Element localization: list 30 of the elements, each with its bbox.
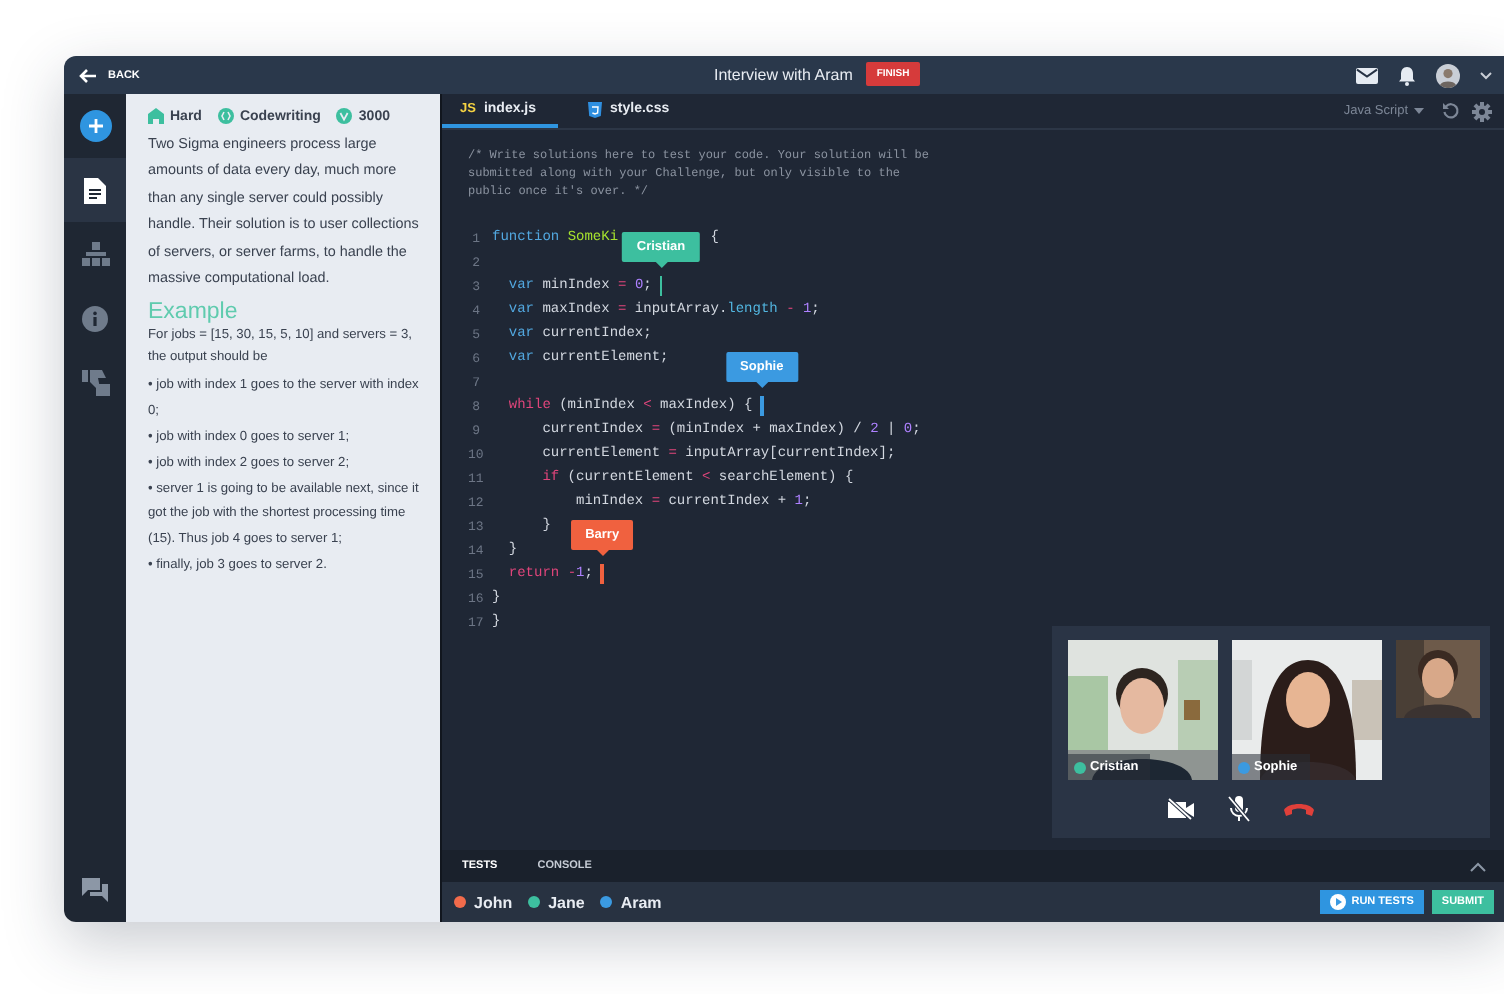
mail-icon[interactable] — [1356, 67, 1378, 83]
play-icon — [1329, 894, 1346, 910]
camera-off-icon[interactable] — [1168, 798, 1194, 820]
document-icon — [84, 177, 106, 203]
chat-icon[interactable] — [82, 878, 108, 902]
hang-up-icon[interactable] — [1284, 802, 1314, 816]
avatar-icon[interactable] — [1436, 63, 1460, 87]
reset-icon[interactable] — [1442, 102, 1460, 120]
example-heading: Example — [148, 300, 240, 325]
microphone-off-icon[interactable] — [1228, 796, 1250, 822]
settings-icon[interactable] — [1472, 101, 1492, 121]
thumbs-icon — [81, 369, 109, 395]
window-title: Interview with Aram — [714, 65, 853, 83]
chevron-up-icon[interactable] — [1470, 861, 1486, 871]
caret-icon — [1414, 108, 1424, 114]
participant-name: John — [474, 893, 513, 911]
bell-icon[interactable] — [1398, 65, 1416, 85]
document-tab[interactable] — [64, 158, 126, 222]
code-icon — [217, 108, 234, 124]
points-icon — [336, 108, 353, 124]
hierarchy-icon — [81, 241, 109, 267]
plus-icon — [87, 118, 103, 134]
info-icon — [82, 305, 108, 331]
caret-icon[interactable] — [1480, 71, 1492, 79]
house-icon — [148, 108, 164, 124]
participant-name: Jane — [548, 893, 585, 911]
back-arrow-icon — [78, 67, 98, 83]
add-button[interactable] — [79, 110, 111, 142]
css-file-icon — [588, 101, 603, 117]
participant-name: Aram — [620, 893, 662, 911]
